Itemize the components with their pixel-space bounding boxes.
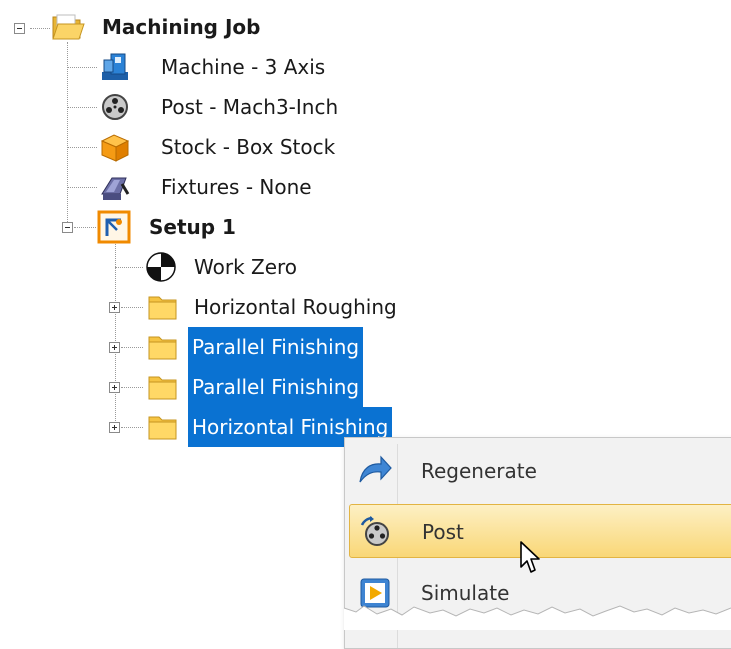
expand-toggle-parallel-finishing-1[interactable] <box>109 342 120 353</box>
tree-node-parallel-finishing-1[interactable]: Parallel Finishing <box>188 327 364 367</box>
post-reel-icon <box>98 90 132 124</box>
tree-guide <box>67 187 97 188</box>
tree-node-parallel-finishing-2[interactable]: Parallel Finishing <box>188 367 364 407</box>
tree-guide <box>67 107 97 108</box>
tree-guide <box>121 347 143 348</box>
folder-icon <box>146 370 180 404</box>
tree-node-machine[interactable]: Machine - 3 Axis <box>157 54 329 81</box>
machine-icon <box>98 50 132 84</box>
tree-node-work-zero[interactable]: Work Zero <box>190 254 301 281</box>
tree-node-post[interactable]: Post - Mach3-Inch <box>157 94 342 121</box>
tree-guide <box>121 427 143 428</box>
tree-guide <box>67 67 97 68</box>
folder-icon <box>146 410 180 444</box>
folder-open-icon <box>50 9 85 43</box>
folder-icon <box>146 330 180 364</box>
torn-edge-decoration <box>344 605 731 630</box>
menu-item-label: Post <box>422 520 464 544</box>
regenerate-arrow-icon <box>357 454 393 488</box>
tree-node-fixtures[interactable]: Fixtures - None <box>157 174 316 201</box>
tree-guide <box>30 28 50 29</box>
tree-guide <box>115 267 143 268</box>
tree-node-machining-job[interactable]: Machining Job <box>98 14 264 41</box>
tree-guide-setup <box>115 244 116 427</box>
tree-node-horizontal-roughing[interactable]: Horizontal Roughing <box>190 294 401 321</box>
expand-toggle-horizontal-finishing[interactable] <box>109 422 120 433</box>
tree-guide <box>67 147 97 148</box>
collapse-toggle-setup[interactable] <box>62 222 73 233</box>
expand-toggle-parallel-finishing-2[interactable] <box>109 382 120 393</box>
menu-item-label: Regenerate <box>421 459 537 483</box>
tree-guide <box>121 307 143 308</box>
collapse-toggle-machining-job[interactable] <box>14 23 25 34</box>
tree-guide <box>74 227 96 228</box>
setup-icon <box>97 210 131 244</box>
work-zero-icon <box>144 250 178 284</box>
mouse-cursor-icon <box>520 541 540 573</box>
tree-guide-root <box>67 42 68 228</box>
tree-node-stock[interactable]: Stock - Box Stock <box>157 134 339 161</box>
menu-item-regenerate[interactable]: Regenerate <box>349 444 731 498</box>
post-reel-icon <box>358 515 394 549</box>
expand-toggle-horizontal-roughing[interactable] <box>109 302 120 313</box>
tree-guide <box>121 387 143 388</box>
fixture-vise-icon <box>98 170 132 204</box>
stock-box-icon <box>98 130 132 164</box>
folder-icon <box>146 290 180 324</box>
tree-node-setup[interactable]: Setup 1 <box>145 214 240 241</box>
